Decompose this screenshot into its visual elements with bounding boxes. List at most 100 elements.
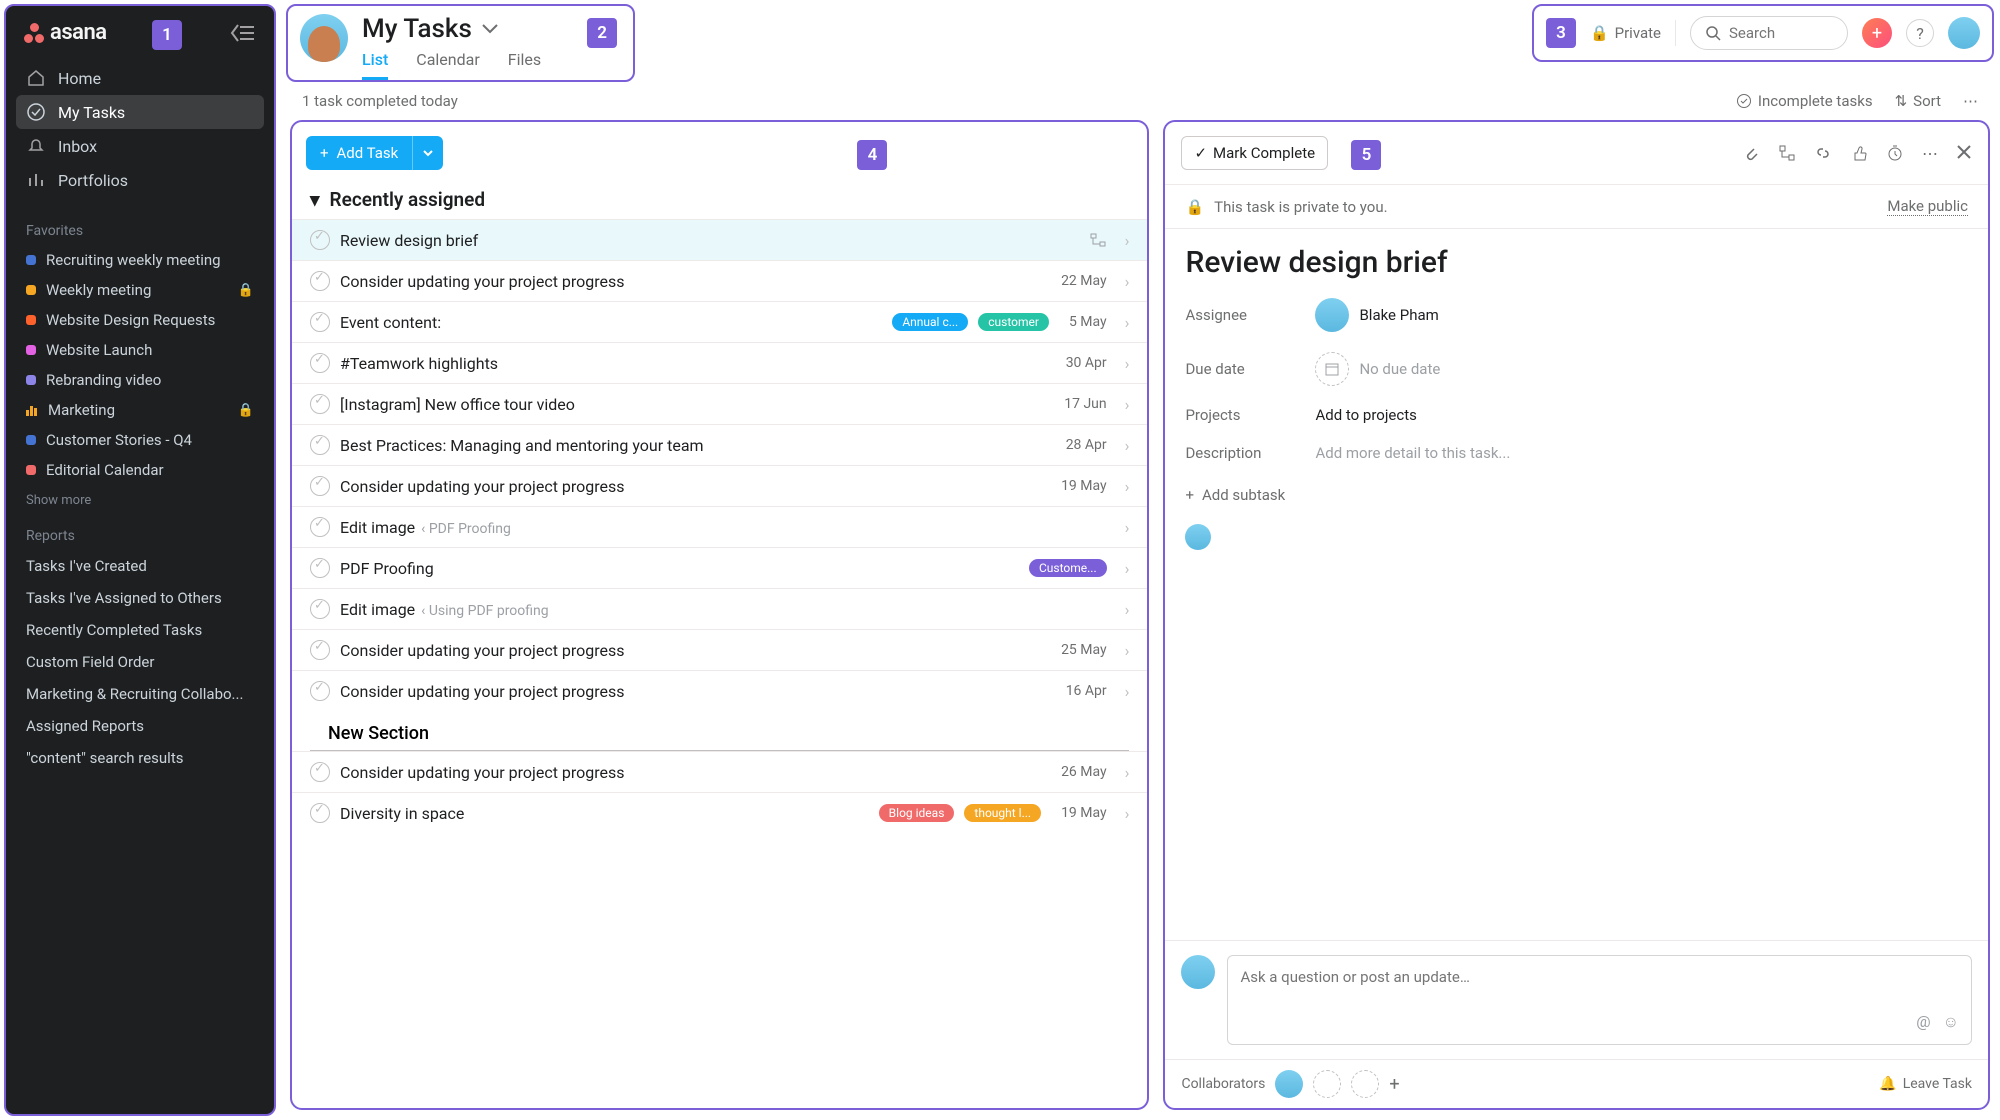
assignee-value[interactable]: Blake Pham bbox=[1315, 298, 1438, 332]
collapse-sidebar-button[interactable] bbox=[230, 23, 256, 43]
add-subtask-button[interactable]: + Add subtask bbox=[1165, 472, 1988, 518]
task-tag[interactable]: Annual c... bbox=[892, 313, 968, 331]
task-row[interactable]: Edit image‹ Using PDF proofing› bbox=[292, 588, 1147, 629]
complete-checkbox[interactable] bbox=[310, 394, 330, 414]
complete-checkbox[interactable] bbox=[310, 681, 330, 701]
complete-checkbox[interactable] bbox=[310, 599, 330, 619]
nav-portfolios[interactable]: Portfolios bbox=[16, 163, 264, 197]
complete-checkbox[interactable] bbox=[310, 271, 330, 291]
task-row[interactable]: Event content:Annual c...customer5 May› bbox=[292, 301, 1147, 342]
report-item[interactable]: Marketing & Recruiting Collabo... bbox=[16, 678, 264, 710]
emoji-icon[interactable]: ☺ bbox=[1943, 1012, 1959, 1032]
description-field[interactable]: Add more detail to this task... bbox=[1315, 444, 1510, 462]
report-item[interactable]: Recently Completed Tasks bbox=[16, 614, 264, 646]
add-task-button[interactable]: + Add Task bbox=[306, 136, 412, 170]
add-task-dropdown[interactable] bbox=[412, 136, 443, 170]
complete-checkbox[interactable] bbox=[310, 476, 330, 496]
task-row[interactable]: Edit image‹ PDF Proofing› bbox=[292, 506, 1147, 547]
timer-icon[interactable] bbox=[1886, 144, 1904, 163]
complete-checkbox[interactable] bbox=[310, 312, 330, 332]
task-tag[interactable]: customer bbox=[978, 313, 1049, 331]
favorite-item[interactable]: Rebranding video bbox=[16, 365, 264, 395]
complete-checkbox[interactable] bbox=[310, 230, 330, 250]
favorite-item[interactable]: Marketing🔒 bbox=[16, 395, 264, 425]
favorite-item[interactable]: Weekly meeting🔒 bbox=[16, 275, 264, 305]
favorite-item[interactable]: Recruiting weekly meeting bbox=[16, 245, 264, 275]
report-item[interactable]: Custom Field Order bbox=[16, 646, 264, 678]
leave-task-button[interactable]: 🔔 Leave Task bbox=[1879, 1076, 1972, 1092]
complete-checkbox[interactable] bbox=[310, 762, 330, 782]
complete-checkbox[interactable] bbox=[310, 435, 330, 455]
chevron-down-icon[interactable] bbox=[482, 24, 498, 34]
mention-icon[interactable]: @ bbox=[1916, 1012, 1930, 1032]
chevron-right-icon: › bbox=[1125, 313, 1130, 332]
report-item[interactable]: Tasks I've Created bbox=[16, 550, 264, 582]
task-row[interactable]: #Teamwork highlights30 Apr› bbox=[292, 342, 1147, 383]
task-row[interactable]: Consider updating your project progress1… bbox=[292, 670, 1147, 711]
subtasks-icon[interactable] bbox=[1778, 144, 1796, 163]
filter-incomplete[interactable]: Incomplete tasks bbox=[1736, 92, 1873, 110]
quick-add-button[interactable]: + bbox=[1862, 18, 1892, 48]
nav-my-tasks[interactable]: My Tasks bbox=[16, 95, 264, 129]
close-icon[interactable] bbox=[1956, 144, 1972, 163]
more-menu[interactable]: ⋯ bbox=[1963, 92, 1978, 110]
add-collaborator-button[interactable]: + bbox=[1389, 1074, 1399, 1095]
complete-checkbox[interactable] bbox=[310, 353, 330, 373]
task-row[interactable]: Consider updating your project progress2… bbox=[292, 260, 1147, 301]
task-title[interactable]: Review design brief bbox=[1165, 229, 1988, 288]
task-row[interactable]: Best Practices: Managing and mentoring y… bbox=[292, 424, 1147, 465]
comment-input[interactable]: @ ☺ bbox=[1227, 955, 1972, 1045]
complete-checkbox[interactable] bbox=[310, 803, 330, 823]
user-avatar[interactable] bbox=[300, 14, 348, 62]
profile-avatar[interactable] bbox=[1948, 17, 1980, 49]
attachment-icon[interactable] bbox=[1742, 144, 1760, 163]
favorite-item[interactable]: Editorial Calendar bbox=[16, 455, 264, 485]
help-button[interactable]: ? bbox=[1906, 19, 1934, 47]
nav-home[interactable]: Home bbox=[16, 61, 264, 95]
add-collaborator-placeholder[interactable] bbox=[1313, 1070, 1341, 1098]
mark-complete-button[interactable]: ✓ Mark Complete bbox=[1181, 136, 1328, 170]
show-more-link[interactable]: Show more bbox=[6, 485, 274, 516]
tab-calendar[interactable]: Calendar bbox=[416, 50, 479, 80]
logo[interactable]: asana bbox=[24, 20, 107, 45]
complete-checkbox[interactable] bbox=[310, 640, 330, 660]
due-date-value[interactable]: No due date bbox=[1315, 352, 1440, 386]
tab-files[interactable]: Files bbox=[508, 50, 541, 80]
projects-value[interactable]: Add to projects bbox=[1315, 406, 1416, 424]
task-name: #Teamwork highlights bbox=[340, 354, 1046, 373]
task-row[interactable]: [Instagram] New office tour video17 Jun› bbox=[292, 383, 1147, 424]
favorite-item[interactable]: Customer Stories - Q4 bbox=[16, 425, 264, 455]
chevron-right-icon: › bbox=[1125, 600, 1130, 619]
complete-checkbox[interactable] bbox=[310, 558, 330, 578]
report-item[interactable]: Assigned Reports bbox=[16, 710, 264, 742]
report-item[interactable]: Tasks I've Assigned to Others bbox=[16, 582, 264, 614]
more-icon[interactable]: ⋯ bbox=[1922, 144, 1938, 163]
section-header[interactable]: ▾Recently assigned bbox=[292, 180, 1147, 219]
complete-checkbox[interactable] bbox=[310, 517, 330, 537]
nav-inbox[interactable]: Inbox bbox=[16, 129, 264, 163]
task-row[interactable]: Consider updating your project progress1… bbox=[292, 465, 1147, 506]
task-row[interactable]: Diversity in spaceBlog ideasthought l...… bbox=[292, 792, 1147, 833]
add-collaborator-placeholder[interactable] bbox=[1351, 1070, 1379, 1098]
section-header[interactable]: New Section bbox=[310, 711, 1129, 751]
task-tag[interactable]: Blog ideas bbox=[879, 804, 955, 822]
link-icon[interactable] bbox=[1814, 144, 1832, 163]
sort-button[interactable]: ⇅ Sort bbox=[1895, 92, 1941, 110]
report-item[interactable]: "content" search results bbox=[16, 742, 264, 774]
task-row[interactable]: PDF ProofingCustome...› bbox=[292, 547, 1147, 588]
task-row[interactable]: Review design brief› bbox=[292, 219, 1147, 260]
favorite-item[interactable]: Website Design Requests bbox=[16, 305, 264, 335]
tab-list[interactable]: List bbox=[362, 50, 388, 80]
task-detail-pane: 5 ✓ Mark Complete ⋯ 🔒 This tas bbox=[1163, 120, 1990, 1110]
make-public-link[interactable]: Make public bbox=[1887, 197, 1968, 216]
task-tag[interactable]: thought l... bbox=[964, 804, 1041, 822]
task-row[interactable]: Consider updating your project progress2… bbox=[292, 751, 1147, 792]
search-input[interactable] bbox=[1690, 16, 1848, 50]
task-row[interactable]: Consider updating your project progress2… bbox=[292, 629, 1147, 670]
favorite-item[interactable]: Website Launch bbox=[16, 335, 264, 365]
sort-icon: ⇅ bbox=[1895, 92, 1908, 110]
task-tag[interactable]: Custome... bbox=[1029, 559, 1107, 577]
like-icon[interactable] bbox=[1850, 144, 1868, 163]
collaborator-avatar[interactable] bbox=[1275, 1070, 1303, 1098]
privacy-indicator[interactable]: 🔒 Private bbox=[1590, 24, 1661, 42]
